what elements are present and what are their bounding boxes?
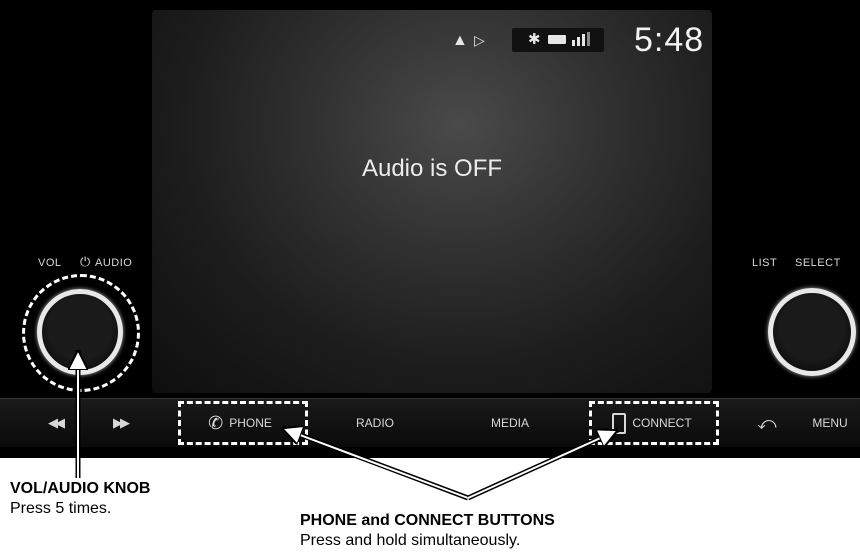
knob-callout-text: Press 5 times. [10,500,112,517]
knob-callout-title: VOL/AUDIO KNOB [10,480,151,497]
callout-arrows [0,350,860,501]
buttons-callout-title: PHONE and CONNECT BUTTONS [300,512,555,529]
buttons-callout-text: Press and hold simultaneously. [300,532,521,549]
